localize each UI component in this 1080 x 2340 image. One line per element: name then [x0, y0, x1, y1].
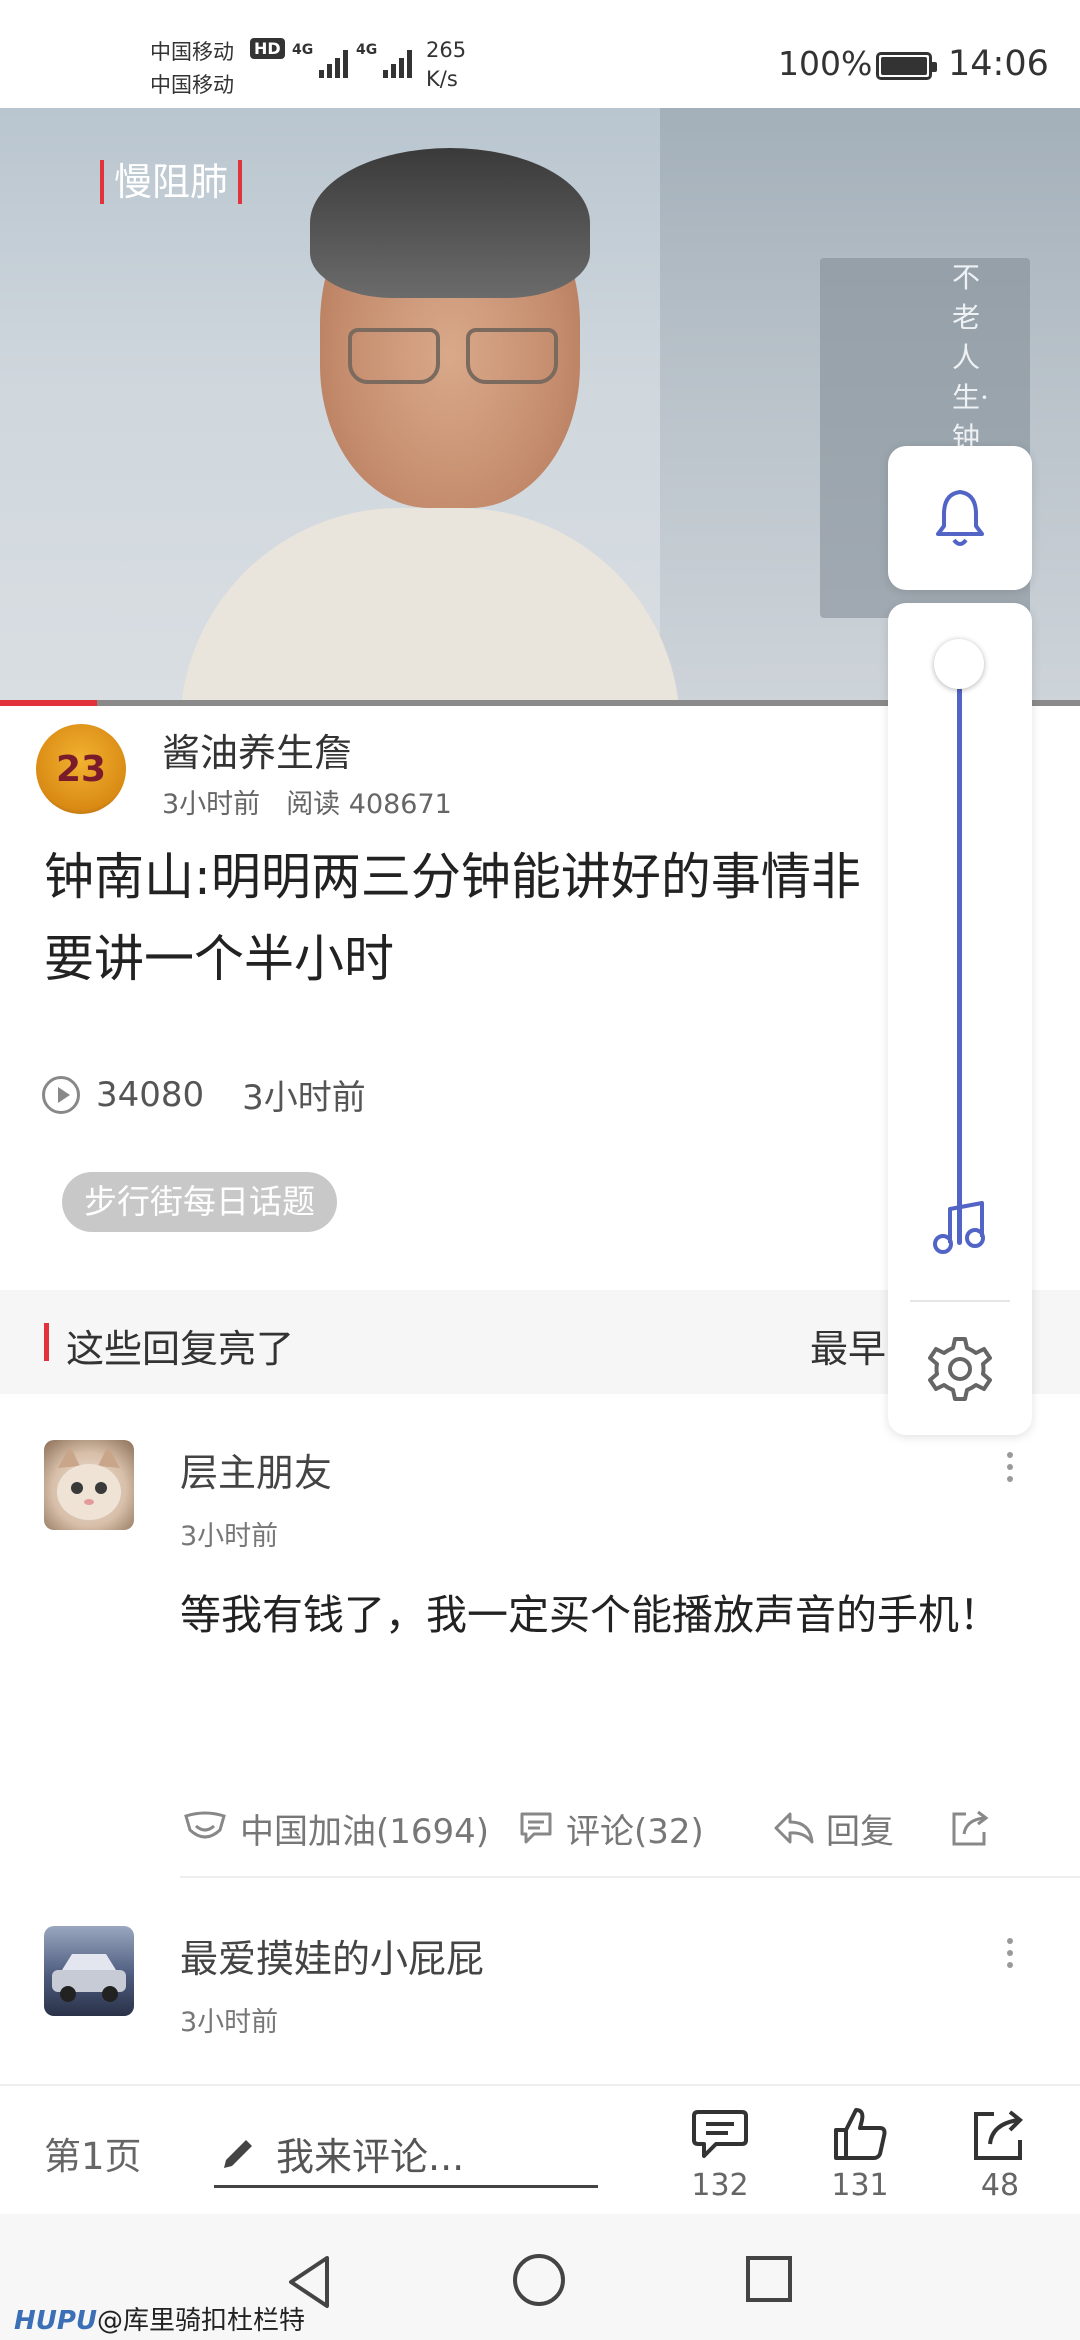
likes-count-button[interactable]: 131	[810, 2106, 910, 2203]
battery-percent: 100%	[778, 44, 873, 83]
music-note-icon[interactable]	[928, 1195, 992, 1259]
signal-icon-2: 4G	[356, 42, 413, 78]
post-reads: 阅读 408671	[286, 789, 452, 820]
share-icon	[952, 1810, 989, 1846]
play-count-icon	[42, 1075, 80, 1114]
carrier-label-2: 中国移动	[150, 73, 234, 97]
play-stats: 34080 3小时前	[42, 1070, 366, 1119]
section-title: 这些回复亮了	[66, 1327, 295, 1371]
recent-apps-icon[interactable]	[746, 2256, 792, 2302]
sort-toggle[interactable]: 最早	[810, 1318, 886, 1373]
video-background-text: 不老人生·钟	[952, 261, 989, 454]
more-options-icon[interactable]	[1004, 1938, 1016, 1968]
comment-actions: 中国加油(1694) 评论(32) 回复	[180, 1796, 1050, 1860]
comment-input[interactable]: 我来评论...	[214, 2122, 598, 2188]
post-title: 钟南山:明明两三分钟能讲好的事情非要讲一个半小时	[44, 848, 861, 988]
hd-badge: HD	[250, 38, 285, 59]
video-progress-fill	[0, 700, 98, 706]
comment-time: 3小时前	[180, 1521, 279, 1552]
comment-body: 等我有钱了，我一定买个能播放声音的手机！	[180, 1591, 1000, 1639]
volume-slider-handle[interactable]	[934, 639, 984, 689]
battery-icon	[876, 52, 937, 80]
comment-time: 3小时前	[180, 2007, 279, 2038]
media-control-panel	[888, 603, 1032, 1435]
volume-slider[interactable]	[957, 663, 962, 1245]
share-icon	[974, 2110, 1023, 2160]
comment-icon	[520, 1812, 552, 1844]
home-icon[interactable]	[513, 2254, 565, 2306]
thumbs-up-icon	[834, 2108, 887, 2160]
like-button[interactable]: 中国加油(1694)	[180, 1804, 516, 1853]
topic-tag[interactable]: 步行街每日话题	[62, 1172, 337, 1232]
comment-author[interactable]: 层主朋友	[180, 1442, 332, 1497]
carrier-label-1: 中国移动	[150, 40, 234, 64]
author-avatar[interactable]: 23	[36, 724, 126, 814]
comment-avatar[interactable]	[44, 1926, 134, 2016]
video-caption-tag: 慢阻肺	[100, 160, 243, 204]
cheer-icon	[184, 1811, 226, 1839]
reply-icon	[774, 1812, 814, 1844]
play-count: 34080	[96, 1074, 205, 1115]
post-meta: 3小时前 阅读 408671	[162, 782, 452, 821]
comment-button[interactable]: 评论(32)	[516, 1804, 772, 1853]
video-frame-person	[150, 128, 710, 706]
clock: 14:06	[948, 44, 1049, 84]
page-indicator[interactable]: 第1页	[44, 2126, 142, 2180]
more-options-icon[interactable]	[1004, 1452, 1016, 1482]
comment-icon	[692, 2110, 748, 2158]
shares-count-button[interactable]: 48	[950, 2106, 1050, 2203]
comment-divider	[180, 1876, 1080, 1878]
network-speed: 265 K/s	[426, 38, 467, 91]
comment-author[interactable]: 最爱摸娃的小屁屁	[180, 1928, 484, 1983]
comment-avatar[interactable]	[44, 1440, 134, 1530]
share-comment-button[interactable]	[948, 1806, 1002, 1850]
bottom-action-bar: 第1页 我来评论... 132 131 48	[0, 2084, 1080, 2214]
pencil-icon	[224, 2139, 252, 2168]
gear-icon[interactable]	[924, 1333, 996, 1405]
post-time: 3小时前	[162, 789, 261, 820]
bell-icon	[936, 490, 984, 546]
author-name[interactable]: 酱油养生詹	[162, 722, 352, 777]
notification-bell-button[interactable]	[888, 446, 1032, 590]
watermark: HUPU@库里骑扣杜栏特	[14, 2306, 306, 2336]
status-bar: 中国移动 中国移动 HD 4G 4G 265 K/s 100% 14:06	[0, 0, 1080, 108]
comments-count-button[interactable]: 132	[670, 2106, 770, 2203]
play-time: 3小时前	[242, 1078, 366, 1118]
signal-icon-1: 4G	[292, 42, 349, 78]
reply-button[interactable]: 回复	[772, 1804, 948, 1853]
